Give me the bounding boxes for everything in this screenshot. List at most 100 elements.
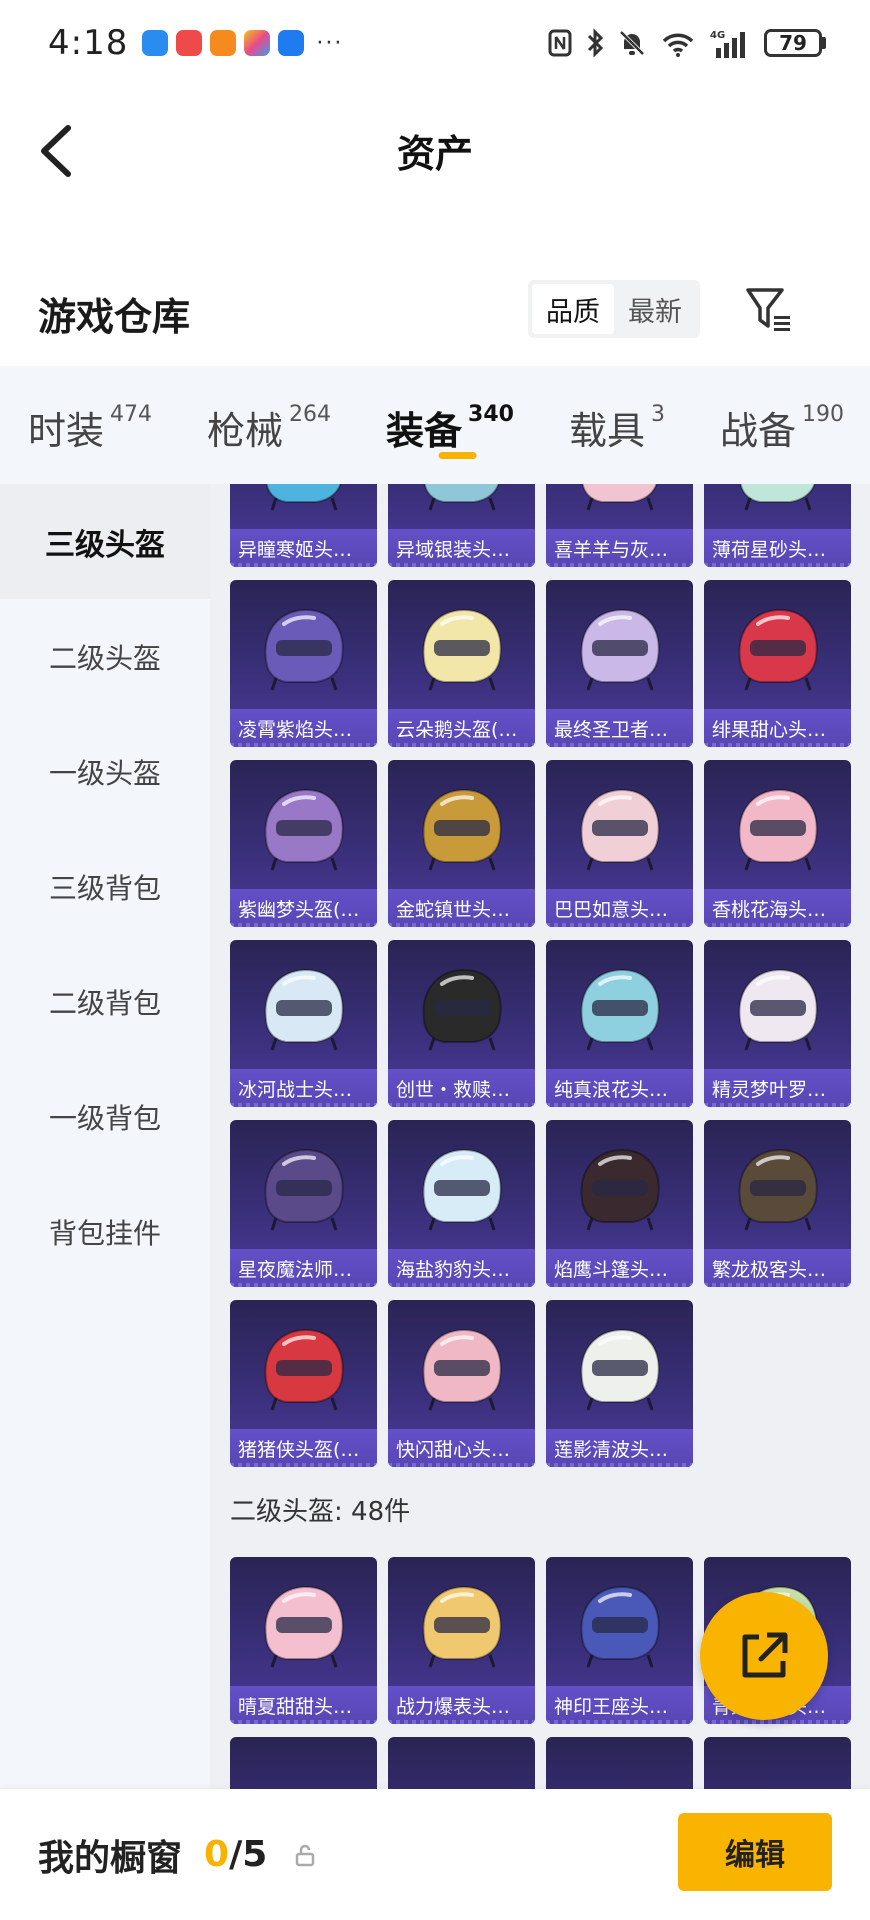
item-card[interactable]: 星夜魔法师… bbox=[230, 1120, 377, 1287]
item-card-partial[interactable] bbox=[388, 1737, 535, 1789]
filter-icon[interactable] bbox=[744, 284, 794, 334]
warehouse-title: 游戏仓库 bbox=[38, 294, 191, 339]
tab-label: 载具 bbox=[568, 409, 645, 453]
sidebar-item-level3-helmet[interactable]: 三级头盔 bbox=[0, 484, 210, 599]
back-arrow-icon[interactable] bbox=[34, 124, 84, 178]
item-card[interactable]: 猪猪侠头盔(… bbox=[230, 1300, 377, 1467]
item-card[interactable]: 神印王座头… bbox=[546, 1557, 693, 1724]
share-fab[interactable] bbox=[700, 1592, 828, 1720]
item-name: 猪猪侠头盔(… bbox=[230, 1429, 377, 1467]
sidebar-item-backpack-charm[interactable]: 背包挂件 bbox=[0, 1174, 210, 1289]
section-title-level2-helmet: 二级头盔: 48件 bbox=[230, 1497, 411, 1527]
item-card[interactable]: 海盐豹豹头… bbox=[388, 1120, 535, 1287]
item-card[interactable]: 焰鹰斗篷头… bbox=[546, 1120, 693, 1287]
helmet-icon bbox=[265, 484, 342, 511]
sort-quality-button[interactable]: 品质 bbox=[532, 284, 614, 334]
item-card-partial[interactable] bbox=[704, 1737, 851, 1789]
clock: 4:18 bbox=[48, 23, 129, 63]
sort-toggle: 品质 最新 bbox=[528, 280, 700, 338]
helmet-icon bbox=[264, 968, 344, 1051]
tab-label: 时装 bbox=[28, 409, 105, 453]
item-card[interactable]: 异域银装头… bbox=[388, 484, 535, 567]
item-card[interactable]: 喜羊羊与灰… bbox=[546, 484, 693, 567]
notification-icons: ··· bbox=[142, 30, 343, 56]
signal-4g-icon: 4G bbox=[710, 30, 745, 58]
helmet-icon bbox=[580, 788, 660, 871]
item-name: 星夜魔法师… bbox=[230, 1249, 377, 1287]
item-name: 繁龙极客头… bbox=[704, 1249, 851, 1287]
item-card[interactable]: 战力爆表头… bbox=[388, 1557, 535, 1724]
sidebar-item-level1-backpack[interactable]: 一级背包 bbox=[0, 1059, 210, 1174]
item-card[interactable]: 快闪甜心头… bbox=[388, 1300, 535, 1467]
item-card-partial[interactable] bbox=[230, 1737, 377, 1789]
item-card[interactable]: 晴夏甜甜头… bbox=[230, 1557, 377, 1724]
sidebar-item-level3-backpack[interactable]: 三级背包 bbox=[0, 829, 210, 944]
message-app-icon bbox=[142, 30, 169, 56]
item-card[interactable]: 莲影清波头… bbox=[546, 1300, 693, 1467]
tab-count: 474 bbox=[110, 402, 153, 427]
item-card[interactable]: 云朵鹅头盔(… bbox=[388, 580, 535, 747]
sidebar-item-level1-helmet[interactable]: 一级头盔 bbox=[0, 714, 210, 829]
helmet-icon bbox=[264, 1585, 344, 1668]
nfc-icon bbox=[548, 29, 572, 57]
item-name: 海盐豹豹头… bbox=[388, 1249, 535, 1287]
sidebar-item-level2-helmet[interactable]: 二级头盔 bbox=[0, 599, 210, 714]
item-name: 冰河战士头… bbox=[230, 1069, 377, 1107]
item-card[interactable]: 凌霄紫焰头… bbox=[230, 580, 377, 747]
wifi-icon bbox=[662, 33, 694, 57]
warehouse-header: 游戏仓库 品质 最新 bbox=[0, 270, 870, 356]
item-name: 莲影清波头… bbox=[546, 1429, 693, 1467]
tab-label: 战备 bbox=[720, 409, 797, 453]
showcase-label: 我的橱窗 bbox=[38, 1837, 183, 1879]
item-card[interactable]: 绯果甜心头… bbox=[704, 580, 851, 747]
item-card[interactable]: 紫幽梦头盔(… bbox=[230, 760, 377, 927]
item-card[interactable]: 繁龙极客头… bbox=[704, 1120, 851, 1287]
helmet-icon bbox=[738, 968, 818, 1051]
more-notifications: ··· bbox=[316, 30, 344, 56]
item-card[interactable]: 精灵梦叶罗… bbox=[704, 940, 851, 1107]
item-card[interactable]: 冰河战士头… bbox=[230, 940, 377, 1107]
item-name: 紫幽梦头盔(… bbox=[230, 889, 377, 927]
helmet-icon bbox=[738, 1148, 818, 1231]
tab-weapons[interactable]: 枪械 264 bbox=[207, 366, 331, 484]
item-card[interactable]: 纯真浪花头… bbox=[546, 940, 693, 1107]
item-name: 金蛇镇世头… bbox=[388, 889, 535, 927]
edit-button[interactable]: 编辑 bbox=[678, 1813, 832, 1891]
mute-bell-icon bbox=[619, 30, 645, 56]
item-name: 最终圣卫者… bbox=[546, 709, 693, 747]
item-card[interactable]: 异瞳寒姬头… bbox=[230, 484, 377, 567]
item-name: 异瞳寒姬头… bbox=[230, 529, 377, 567]
item-card[interactable]: 金蛇镇世头… bbox=[388, 760, 535, 927]
helmet-icon bbox=[422, 788, 502, 871]
category-tabs: 时装 474 枪械 264 装备 340 载具 3 战备 190 bbox=[0, 366, 870, 484]
page-title: 资产 bbox=[396, 131, 473, 176]
status-bar: 4:18 ··· 4G 79 bbox=[0, 0, 870, 86]
helmet-icon bbox=[422, 1328, 502, 1411]
sort-newest-button[interactable]: 最新 bbox=[614, 284, 696, 334]
battery-level: 79 bbox=[764, 29, 822, 57]
tab-fashion[interactable]: 时装 474 bbox=[28, 366, 152, 484]
item-card[interactable]: 巴巴如意头… bbox=[546, 760, 693, 927]
item-name: 凌霄紫焰头… bbox=[230, 709, 377, 747]
item-card[interactable]: 最终圣卫者… bbox=[546, 580, 693, 747]
share-external-icon bbox=[742, 1632, 788, 1678]
helmet-icon bbox=[422, 1585, 502, 1668]
tab-label: 枪械 bbox=[207, 409, 284, 453]
item-name: 巴巴如意头… bbox=[546, 889, 693, 927]
item-card[interactable]: 薄荷星砂头… bbox=[704, 484, 851, 567]
item-card-partial[interactable] bbox=[546, 1737, 693, 1789]
bluetooth-icon bbox=[587, 28, 604, 58]
item-name: 晴夏甜甜头… bbox=[230, 1686, 377, 1724]
item-card[interactable]: 创世・救赎… bbox=[388, 940, 535, 1107]
item-name: 异域银装头… bbox=[388, 529, 535, 567]
tab-equipment[interactable]: 装备 340 bbox=[386, 366, 514, 484]
showcase-bar: 我的橱窗 0/5 编辑 bbox=[0, 1789, 870, 1920]
sidebar-item-level2-backpack[interactable]: 二级背包 bbox=[0, 944, 210, 1059]
tab-gear[interactable]: 战备 190 bbox=[720, 366, 844, 484]
tab-vehicles[interactable]: 载具 3 bbox=[569, 366, 665, 484]
helmet-icon bbox=[264, 608, 344, 691]
item-card[interactable]: 香桃花海头… bbox=[704, 760, 851, 927]
tab-label: 装备 bbox=[386, 409, 463, 453]
item-name: 快闪甜心头… bbox=[388, 1429, 535, 1467]
lightbulb-app-icon bbox=[278, 30, 305, 56]
